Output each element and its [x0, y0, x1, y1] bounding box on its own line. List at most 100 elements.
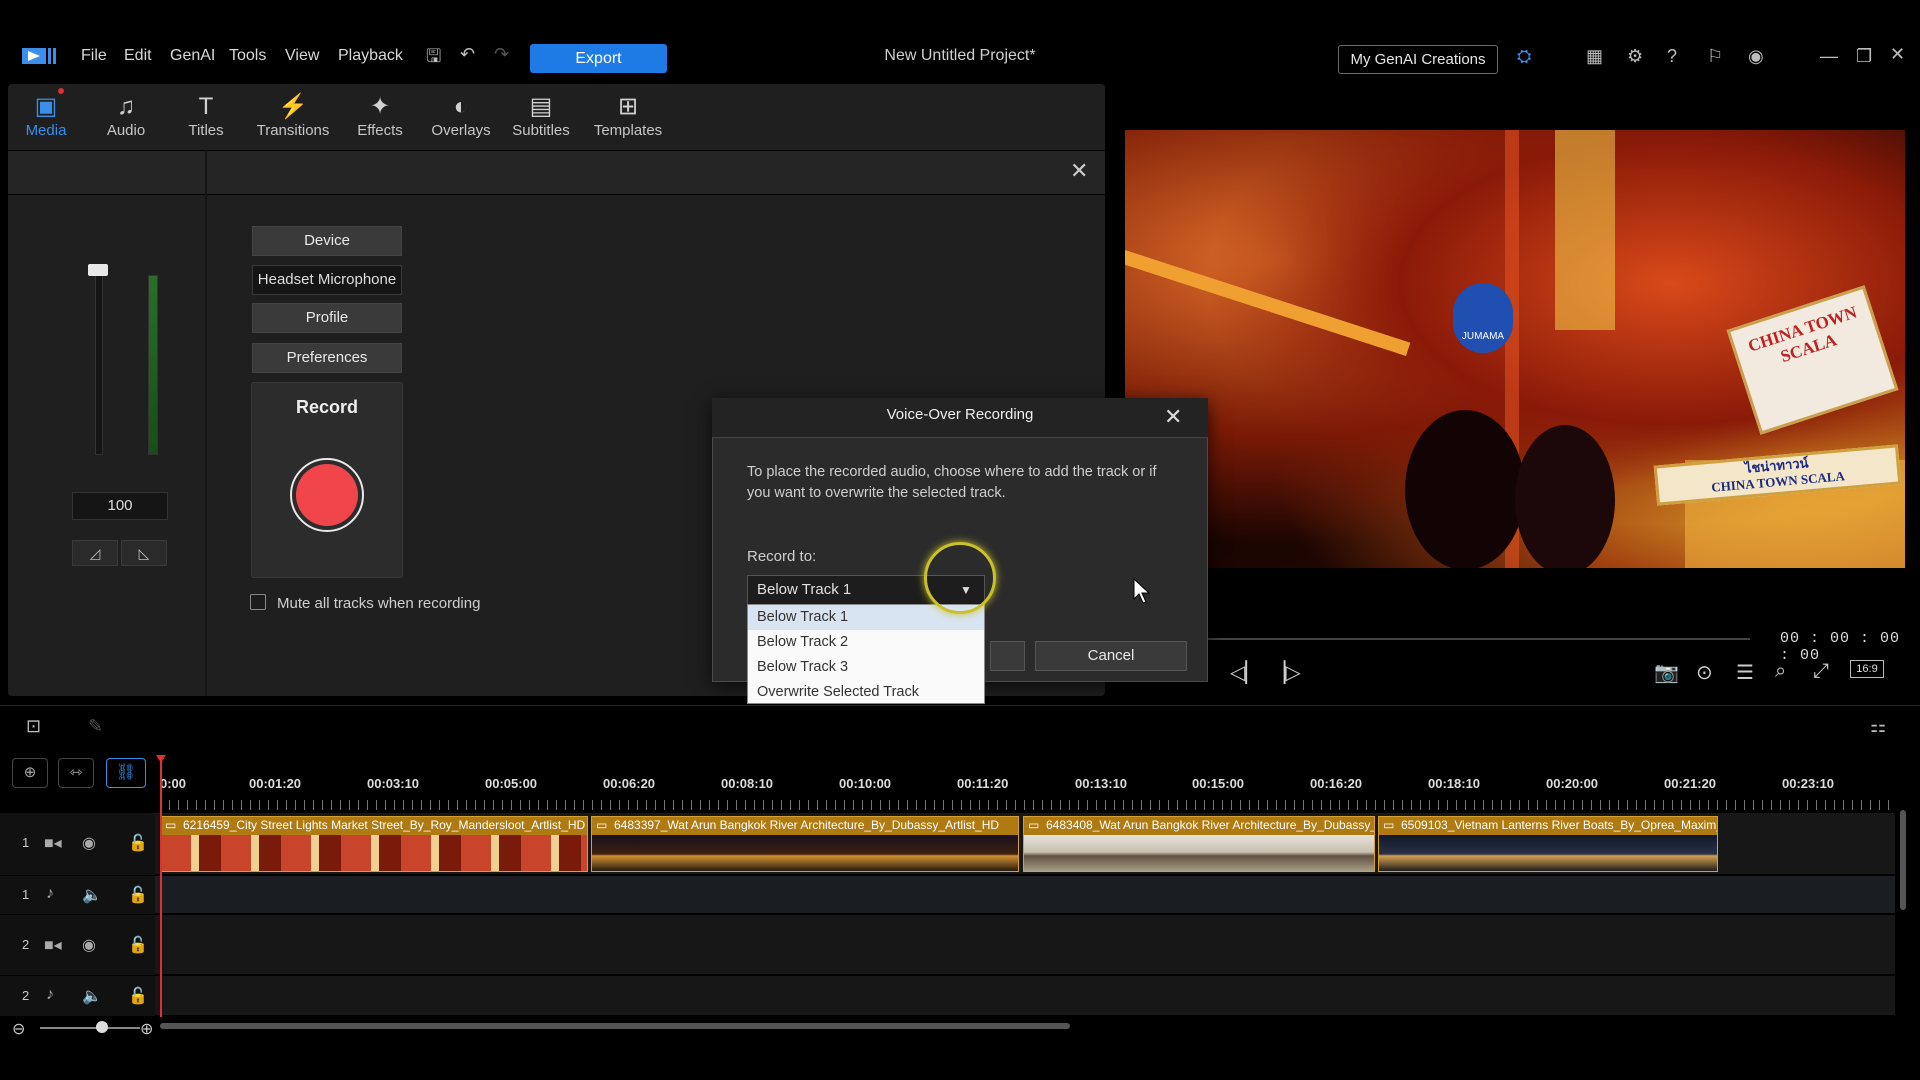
- volume-value[interactable]: 100: [72, 492, 168, 520]
- tab-overlays[interactable]: ◐ Overlays: [426, 84, 496, 150]
- effects-icon: ✦: [369, 93, 391, 120]
- link-tracks-icon[interactable]: ⛓: [106, 758, 146, 788]
- track-audio-2[interactable]: [0, 976, 1895, 1016]
- zoom-out-icon[interactable]: ⊖: [12, 1019, 25, 1039]
- edit-pen-icon[interactable]: ✎: [88, 716, 103, 737]
- cancel-button[interactable]: Cancel: [1035, 641, 1187, 671]
- menu-file[interactable]: File: [81, 47, 107, 65]
- tab-subtitles[interactable]: ▤ Subtitles: [506, 84, 576, 150]
- playhead[interactable]: [160, 757, 162, 1017]
- tab-titles[interactable]: T Titles: [172, 84, 240, 150]
- fade-in-icon[interactable]: ◿: [72, 540, 118, 566]
- zoom-preview-icon[interactable]: ⌕: [1775, 660, 1786, 683]
- tab-audio[interactable]: ♫ Audio: [92, 84, 160, 150]
- timeline-tools-icon[interactable]: ⊡: [26, 716, 41, 737]
- account-icon[interactable]: ◉: [1748, 46, 1764, 67]
- zoom-slider-knob[interactable]: [96, 1021, 108, 1033]
- lock-icon[interactable]: 🔓: [128, 935, 148, 955]
- add-track-icon[interactable]: ⊕: [12, 758, 48, 788]
- fullscreen-icon[interactable]: ⤢: [1813, 660, 1829, 683]
- close-window-icon[interactable]: ✕: [1890, 44, 1905, 65]
- lock-icon[interactable]: 🔓: [128, 885, 148, 905]
- dialog-message: To place the recorded audio, choose wher…: [747, 464, 1157, 501]
- title-bar: [0, 0, 1920, 84]
- timeline-horizontal-scrollbar[interactable]: [160, 1023, 1070, 1029]
- track-header: 1 ■◂ ◉ 🔓: [0, 813, 155, 875]
- help-icon[interactable]: ?: [1667, 46, 1677, 67]
- option-below-track-2[interactable]: Below Track 2: [748, 630, 984, 655]
- fade-out-icon[interactable]: ◺: [121, 540, 167, 566]
- tab-templates[interactable]: ⊞ Templates: [588, 84, 668, 150]
- save-icon[interactable]: 🖫: [426, 44, 441, 74]
- device-button[interactable]: Device: [252, 226, 402, 256]
- ai-robot-icon[interactable]: ⛭: [1517, 46, 1531, 67]
- subtitles-icon: ▤: [529, 93, 553, 120]
- aspect-ratio-button[interactable]: 16:9: [1850, 660, 1884, 678]
- volume-slider-track[interactable]: [95, 270, 103, 455]
- snapshot-icon[interactable]: 📷: [1654, 660, 1679, 685]
- eye-icon[interactable]: ◉: [82, 833, 96, 853]
- ruler-ticks: [160, 800, 1890, 810]
- panel-subheader: [8, 150, 1105, 195]
- ruler-label: 00:01:20: [249, 776, 302, 791]
- tab-effects[interactable]: ✦ Effects: [346, 84, 414, 150]
- timeline-clip[interactable]: ▭ 6483408_Wat Arun Bangkok River Archite…: [1023, 816, 1375, 872]
- ruler-label: 0:00: [160, 776, 187, 791]
- speaker-icon[interactable]: 🔈: [82, 986, 102, 1006]
- record-to-label: Record to:: [747, 548, 817, 565]
- track-audio-1[interactable]: [0, 876, 1895, 914]
- previous-frame-icon[interactable]: ◁▏: [1230, 660, 1261, 685]
- zoom-in-icon[interactable]: ⊕: [140, 1019, 153, 1039]
- volume-slider-knob[interactable]: [88, 264, 108, 276]
- menu-view[interactable]: View: [285, 47, 319, 65]
- ruler-label: 00:13:10: [1075, 776, 1128, 791]
- settings-gear-icon[interactable]: ⚙: [1627, 46, 1643, 67]
- option-overwrite-selected-track[interactable]: Overwrite Selected Track: [748, 680, 984, 705]
- eye-icon[interactable]: ◉: [82, 935, 96, 955]
- playhead-handle[interactable]: [156, 755, 166, 763]
- layout-icon[interactable]: ▦: [1586, 46, 1603, 67]
- restore-icon[interactable]: ❐: [1856, 46, 1872, 67]
- next-frame-icon[interactable]: ▕▷: [1270, 660, 1301, 685]
- menu-edit[interactable]: Edit: [124, 47, 152, 65]
- subtitles-preview-icon[interactable]: ☰: [1736, 660, 1754, 685]
- export-button[interactable]: Export: [530, 44, 667, 73]
- device-value-field: Headset Microphone: [252, 265, 402, 295]
- notification-icon[interactable]: ⚐: [1707, 46, 1723, 67]
- minimize-icon[interactable]: —: [1820, 46, 1838, 67]
- record-dot-icon[interactable]: [296, 464, 358, 526]
- speaker-icon[interactable]: 🔈: [82, 885, 102, 905]
- tab-transitions[interactable]: ⚡ Transitions: [252, 84, 334, 150]
- dialog-close-icon[interactable]: ✕: [1164, 404, 1182, 430]
- menu-tools[interactable]: Tools: [229, 47, 266, 65]
- tab-media[interactable]: ▣ Media: [12, 84, 80, 150]
- music-note-icon: ♪: [46, 885, 54, 902]
- redo-icon[interactable]: ↷: [494, 44, 509, 65]
- track-video-2[interactable]: [0, 915, 1895, 975]
- option-below-track-3[interactable]: Below Track 3: [748, 655, 984, 680]
- menu-playback[interactable]: Playback: [338, 47, 403, 65]
- transitions-icon: ⚡: [278, 93, 308, 120]
- timeline-clip[interactable]: ▭ 6483397_Wat Arun Bangkok River Archite…: [591, 816, 1019, 872]
- menu-genai[interactable]: GenAI: [170, 47, 215, 65]
- video-clip-icon: ▭: [1383, 818, 1395, 832]
- timeline-clip[interactable]: ▭ 6509103_Vietnam Lanterns River Boats_B…: [1378, 816, 1718, 872]
- track-manager-icon[interactable]: ⚏: [1870, 716, 1886, 737]
- lock-icon[interactable]: 🔓: [128, 986, 148, 1006]
- undo-icon[interactable]: ↶: [460, 44, 475, 65]
- fit-timeline-icon[interactable]: ⇿: [58, 758, 94, 788]
- timeline-vertical-scrollbar[interactable]: [1900, 810, 1906, 910]
- lock-icon[interactable]: 🔓: [128, 833, 148, 853]
- titles-icon: T: [198, 93, 214, 120]
- profile-button[interactable]: Profile: [252, 303, 402, 333]
- close-panel-icon[interactable]: ✕: [1070, 158, 1088, 184]
- my-genai-creations-button[interactable]: My GenAI Creations: [1338, 45, 1498, 74]
- media-notification-dot: [58, 88, 64, 94]
- preview-scrubber[interactable]: [1130, 638, 1750, 640]
- playback-settings-icon[interactable]: ⊙: [1696, 660, 1713, 685]
- ok-button[interactable]: [990, 641, 1025, 671]
- timeline-clip[interactable]: ▭ 6216459_City Street Lights Market Stre…: [160, 816, 588, 872]
- zoom-slider[interactable]: [40, 1027, 140, 1029]
- preferences-button[interactable]: Preferences: [252, 343, 402, 373]
- mute-all-tracks-checkbox[interactable]: [250, 594, 266, 610]
